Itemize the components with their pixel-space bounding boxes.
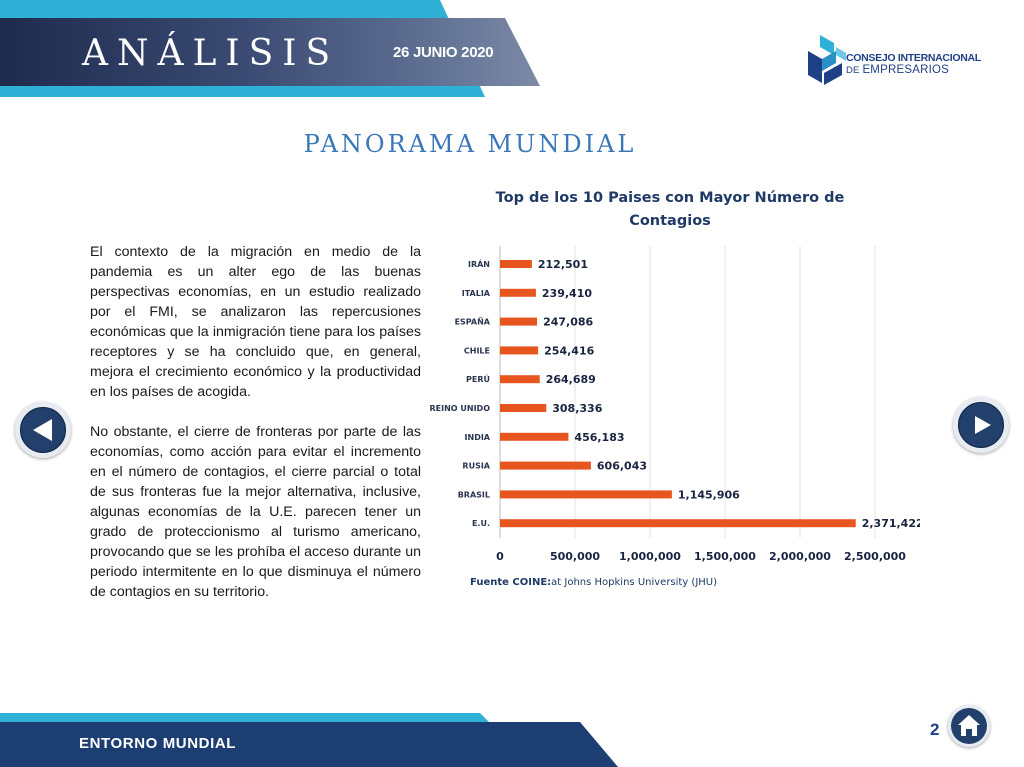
chart-x-tick-label: 2,500,000: [844, 550, 906, 563]
chart-value-label: 212,501: [538, 258, 588, 271]
chart-source-text: at Johns Hopkins University (JHU): [551, 577, 717, 588]
home-icon: [958, 715, 980, 736]
chart-value-label: 456,183: [574, 431, 624, 444]
chart-x-tick-label: 2,000,000: [769, 550, 831, 563]
logo-text-line2: DE EMPRESARIOS: [846, 64, 949, 76]
chart-value-label: 247,086: [543, 316, 593, 329]
chart-bar: [500, 490, 672, 499]
chart-source-note: Fuente COINE:at Johns Hopkins University…: [470, 577, 717, 588]
chart-bar: [500, 260, 532, 268]
footer-accent-stripe: [0, 713, 490, 723]
chart-source-label: Fuente COINE:: [470, 577, 551, 588]
arrow-right-icon: [975, 416, 991, 434]
chart-bar: [500, 461, 591, 470]
chart-title-line: Top de los 10 Paises con Mayor Número de: [496, 190, 845, 206]
logo-text-line1: CONSEJO INTERNACIONAL: [846, 52, 981, 64]
chart-value-label: 264,689: [546, 373, 596, 386]
body-text: El contexto de la migración en medio de …: [90, 242, 421, 622]
chart-bar: [500, 404, 547, 412]
chart-category-label: BRASIL: [458, 490, 490, 499]
prev-slide-button[interactable]: [15, 402, 71, 458]
chart-value-label: 606,043: [597, 460, 647, 473]
chart-value-label: 308,336: [552, 402, 602, 415]
paragraph-1: El contexto de la migración en medio de …: [90, 244, 421, 400]
footer-section-label: ENTORNO MUNDIAL: [79, 735, 237, 752]
chart-value-label: 1,145,906: [678, 488, 740, 501]
header-title: ANÁLISIS: [82, 33, 340, 74]
chart-bar: [500, 519, 856, 528]
chart-category-label: ITALIA: [462, 289, 491, 298]
chart-x-tick-label: 1,500,000: [694, 550, 756, 563]
chart-bar: [500, 346, 539, 355]
chart-x-tick-label: 500,000: [550, 550, 600, 563]
paragraph-2: No obstante, el cierre de fronteras por …: [90, 424, 421, 600]
chart-value-label: 2,371,422: [862, 517, 920, 530]
next-slide-button[interactable]: [953, 397, 1009, 453]
arrow-left-icon: [33, 419, 52, 441]
chart-bar: [500, 288, 536, 297]
contagios-bar-chart: Top de los 10 Paises con Mayor Número de…: [430, 190, 921, 588]
chart-category-label: CHILE: [464, 346, 490, 355]
header-date: 26 JUNIO 2020: [393, 44, 494, 61]
chart-title-line: Contagios: [629, 213, 711, 229]
page-title: PANORAMA MUNDIAL: [303, 130, 637, 158]
chart-category-label: PERÚ: [466, 373, 490, 384]
chart-category-label: INDIA: [465, 433, 491, 442]
chart-category-label: ESPAÑA: [455, 317, 491, 327]
chart-category-label: E.U.: [472, 519, 490, 528]
chart-x-tick-label: 1,000,000: [619, 550, 681, 563]
chart-value-label: 254,416: [544, 344, 594, 357]
chart-value-label: 239,410: [542, 287, 592, 300]
page-number: 2: [930, 720, 940, 739]
logo-text-main: EMPRESARIOS: [862, 64, 949, 76]
chart-category-label: RUSIA: [462, 462, 490, 471]
chart-category-label: REINO UNIDO: [430, 404, 491, 413]
chart-category-label: IRÁN: [468, 258, 490, 269]
chart-bar: [500, 432, 569, 441]
logo-text-prefix: DE: [846, 65, 863, 76]
home-button[interactable]: [948, 705, 990, 747]
chart-bar: [500, 375, 540, 384]
chart-bar: [500, 317, 538, 326]
chart-x-tick-label: 0: [496, 550, 504, 563]
